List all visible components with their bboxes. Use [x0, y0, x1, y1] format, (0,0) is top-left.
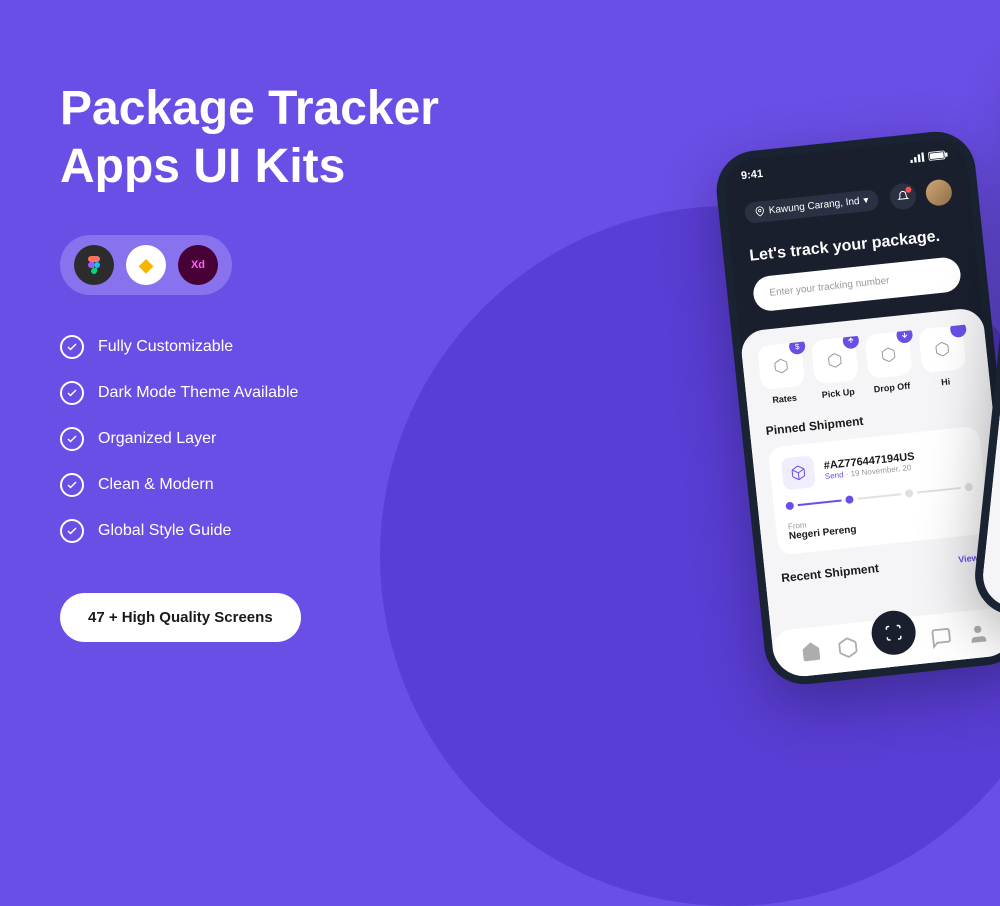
quick-action-more[interactable]: Hi: [918, 325, 968, 389]
nav-profile-icon[interactable]: [966, 622, 990, 646]
quick-action-dropoff[interactable]: Drop Off: [864, 331, 914, 395]
check-icon: [60, 473, 84, 497]
avatar[interactable]: [925, 178, 954, 207]
location-selector[interactable]: Kawung Carang, Ind ▾: [744, 189, 880, 224]
shipment-card[interactable]: #AZ776447194US Send · 19 November, 20 Fr…: [768, 426, 990, 556]
quick-action-pickup[interactable]: Pick Up: [811, 336, 861, 400]
notification-button[interactable]: [889, 182, 918, 211]
nav-home-icon[interactable]: [799, 639, 823, 663]
recent-title: Recent Shipment: [781, 561, 880, 585]
tool-pills: ◆ Xd: [60, 235, 232, 295]
check-icon: [60, 427, 84, 451]
figma-icon: [74, 245, 114, 285]
nav-package-icon[interactable]: [835, 636, 859, 660]
nav-chat-icon[interactable]: [930, 626, 954, 650]
screens-badge: 47 + High Quality Screens: [60, 593, 301, 642]
xd-icon: Xd: [178, 245, 218, 285]
sketch-icon: ◆: [126, 245, 166, 285]
status-time: 9:41: [740, 168, 763, 182]
package-icon: [781, 455, 816, 490]
check-icon: [60, 381, 84, 405]
check-icon: [60, 335, 84, 359]
quick-action-rates[interactable]: $ Rates: [757, 342, 807, 406]
check-icon: [60, 519, 84, 543]
status-icons: [910, 148, 949, 164]
